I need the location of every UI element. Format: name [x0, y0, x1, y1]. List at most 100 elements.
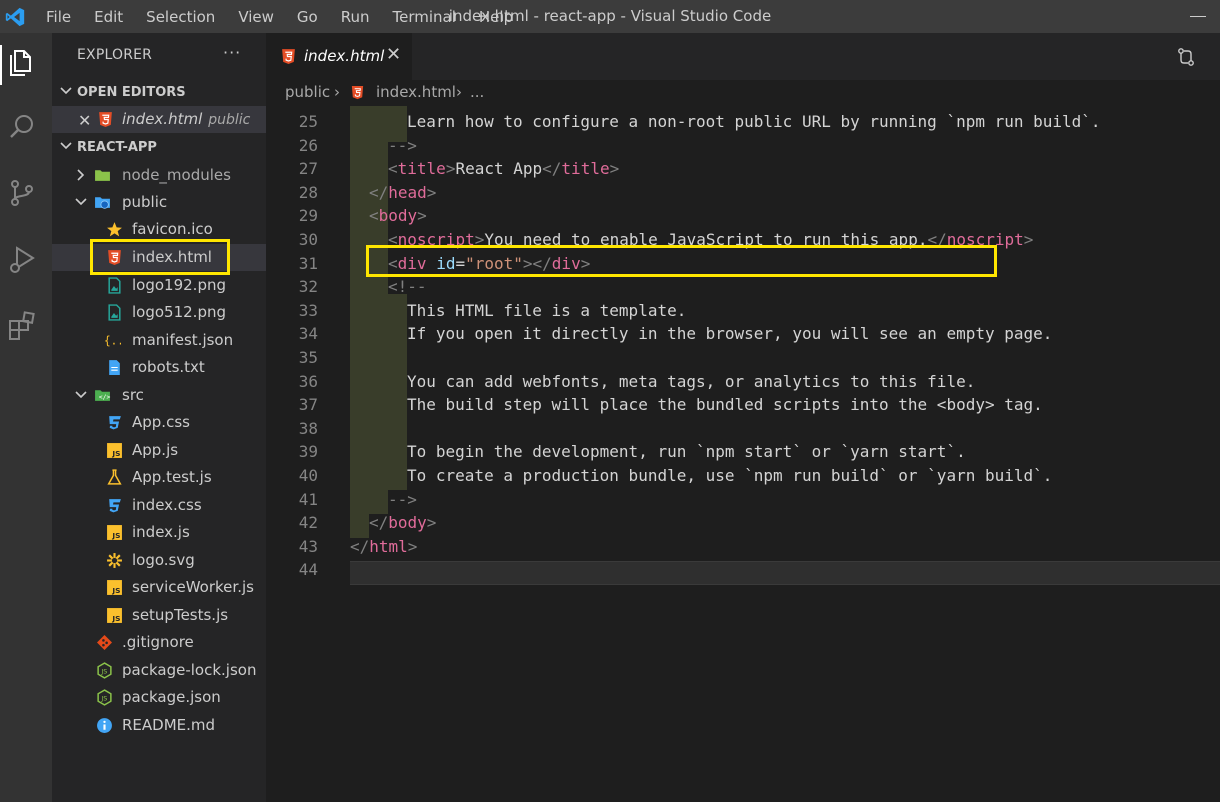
code-line-41: -->	[388, 489, 417, 509]
menu-go[interactable]: Go	[297, 8, 318, 26]
tree-item-label: index.js	[132, 523, 190, 541]
source-control-icon	[11, 180, 33, 206]
tree-item-node-modules[interactable]: node_modules	[52, 162, 266, 189]
menu-selection[interactable]: Selection	[146, 8, 215, 26]
tree-item-label: setupTests.js	[132, 606, 229, 624]
activity-bar	[0, 33, 52, 802]
tree-item-label: logo512.png	[132, 303, 226, 321]
tree-item-label: index.css	[132, 496, 202, 514]
project-section[interactable]: REACT-APP	[52, 136, 266, 160]
tree-item-label: public	[122, 193, 168, 211]
breadcrumb-folder[interactable]: public	[285, 83, 330, 101]
indent-guide	[369, 106, 388, 514]
menu-edit[interactable]: Edit	[94, 8, 123, 26]
line-number: 40	[298, 466, 318, 485]
tree-item-app-css[interactable]: App.css	[52, 409, 266, 436]
code-line-36: You can add webfonts, meta tags, or anal…	[407, 371, 976, 391]
line-number: 37	[298, 395, 318, 415]
node-folder-icon	[95, 170, 110, 181]
code-line-30: <noscript>You need to enable JavaScript …	[388, 230, 1034, 249]
code-line-34: If you open it directly in the browser, …	[407, 324, 1053, 344]
code-line-40: To create a production bundle, use `npm …	[407, 466, 1053, 485]
tree-item-label: App.js	[132, 441, 179, 459]
line-number: 42	[298, 513, 318, 533]
close-tab-icon[interactable]: ✕	[386, 44, 401, 65]
tree-item-package-json[interactable]: JS package.json	[52, 684, 266, 711]
tree-item-gitignore[interactable]: .gitignore	[52, 629, 266, 656]
tree-item-package-lock[interactable]: JS package-lock.json	[52, 657, 266, 684]
svg-text:{..}: {..}	[104, 335, 121, 348]
menu-help[interactable]: Help	[479, 8, 513, 26]
search-activity[interactable]	[4, 109, 40, 145]
tree-item-label: logo.svg	[132, 551, 195, 569]
tree-item-index-html[interactable]: index.html	[52, 244, 266, 271]
tree-item-logo192[interactable]: logo192.png	[52, 272, 266, 299]
info-icon	[97, 718, 112, 733]
tab-label: index.html	[304, 47, 385, 65]
tree-item-service-worker[interactable]: JS serviceWorker.js	[52, 574, 266, 601]
image-icon	[108, 304, 121, 321]
breadcrumb-file[interactable]: index.html	[376, 83, 456, 101]
tree-item-src[interactable]: </> src	[52, 382, 266, 409]
tree-item-logo-svg[interactable]: logo.svg	[52, 547, 266, 574]
tree-item-manifest[interactable]: {..} manifest.json	[52, 327, 266, 354]
tree-item-label: favicon.ico	[132, 220, 213, 238]
breadcrumb-more[interactable]: ...	[470, 83, 484, 101]
indent-guide	[388, 294, 407, 490]
tree-item-favicon[interactable]: favicon.ico	[52, 216, 266, 243]
minimize-icon[interactable]	[1190, 16, 1206, 17]
code-line-27: <title>React App</title>	[388, 159, 620, 179]
code-line-33: This HTML file is a template.	[407, 300, 687, 320]
open-editors-section[interactable]: OPEN EDITORS	[52, 81, 266, 105]
menu-bar: File Edit Selection View Go Run Terminal…	[46, 0, 536, 33]
tree-item-robots[interactable]: robots.txt	[52, 354, 266, 381]
line-number: 33	[298, 300, 318, 320]
open-editor-item[interactable]: ✕ index.html public	[52, 106, 266, 133]
html-icon	[282, 49, 295, 64]
compare-changes-icon[interactable]	[1176, 47, 1196, 67]
source-control-activity[interactable]	[4, 175, 40, 211]
close-icon[interactable]: ✕	[78, 111, 91, 130]
files-icon	[10, 50, 31, 76]
css-icon	[109, 499, 121, 513]
menu-terminal[interactable]: Terminal	[393, 8, 456, 26]
menu-view[interactable]: View	[238, 8, 274, 26]
tree-item-readme[interactable]: README.md	[52, 712, 266, 739]
tree-item-label: serviceWorker.js	[132, 578, 254, 596]
project-label: REACT-APP	[77, 140, 157, 155]
tree-item-app-test[interactable]: App.test.js	[52, 464, 266, 491]
tree-item-label: node_modules	[122, 166, 231, 184]
run-debug-activity[interactable]	[4, 241, 40, 277]
chevron-down-icon	[60, 142, 72, 150]
svg-text:JS: JS	[111, 586, 120, 595]
line-number: 31	[298, 253, 318, 273]
search-icon	[10, 115, 33, 138]
explorer-activity[interactable]	[4, 45, 40, 81]
nodejs-icon: JS	[97, 689, 112, 706]
tree-item-label: README.md	[122, 716, 216, 734]
menu-run[interactable]: Run	[341, 8, 370, 26]
menu-file[interactable]: File	[46, 8, 71, 26]
tree-item-setup-tests[interactable]: JS setupTests.js	[52, 602, 266, 629]
tree-item-logo512[interactable]: logo512.png	[52, 299, 266, 326]
chevron-right-icon	[77, 169, 85, 181]
svg-text:JS: JS	[111, 531, 120, 540]
more-actions-icon[interactable]: ···	[223, 43, 241, 62]
indent-guide	[350, 106, 369, 538]
js-icon: JS	[107, 443, 122, 458]
html-icon	[351, 85, 364, 100]
line-number: 35	[298, 348, 318, 367]
current-line-highlight	[350, 561, 1220, 585]
svg-sun-icon	[107, 553, 122, 568]
tree-item-public[interactable]: public	[52, 189, 266, 216]
tab-index-html[interactable]: index.html ✕	[266, 33, 412, 80]
tree-item-index-css[interactable]: index.css	[52, 492, 266, 519]
code-editor[interactable]: 25 26 27 28 29 30 31 32 33 34 35 36 37 3…	[266, 106, 1220, 802]
tree-item-app-js[interactable]: JS App.js	[52, 437, 266, 464]
tree-item-index-js[interactable]: JS index.js	[52, 519, 266, 546]
svg-text:</>: </>	[99, 393, 111, 401]
image-icon	[108, 277, 121, 294]
extensions-activity[interactable]	[4, 307, 40, 343]
js-icon: JS	[107, 525, 122, 540]
chevron-down-icon	[75, 198, 87, 206]
